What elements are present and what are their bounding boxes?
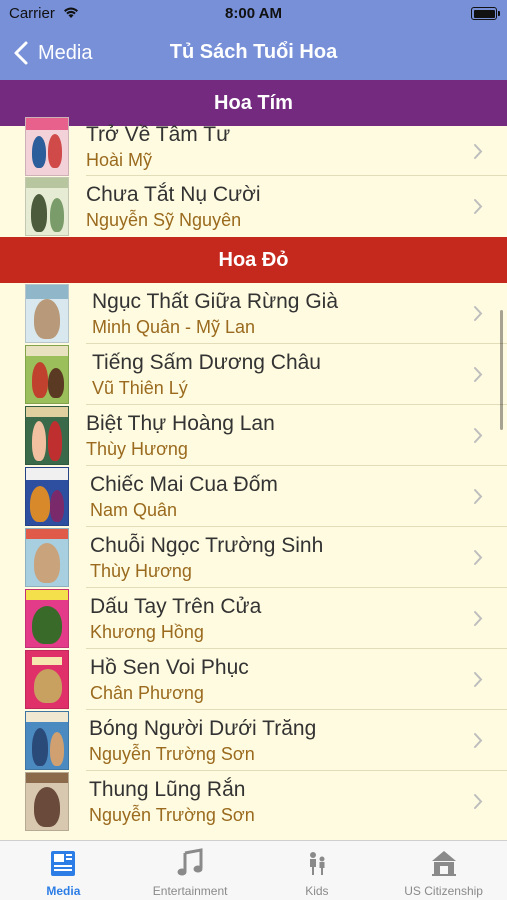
- tab-label: Media: [46, 884, 81, 898]
- tab-bar: Media Entertainment Kids US Citizenship: [0, 840, 507, 900]
- book-author: Nguyễn Sỹ Nguyên: [86, 210, 242, 230]
- book-title: Chiếc Mai Cua Đốm: [90, 473, 278, 496]
- book-cover-image: [25, 528, 69, 587]
- list-item[interactable]: Hồ Sen Voi Phục Chân Phương: [0, 649, 507, 710]
- list-item[interactable]: Thung Lũng Rắn Nguyễn Trường Sơn: [0, 771, 507, 832]
- section-header-hoa-do: Hoa Đỏ: [0, 237, 507, 283]
- tab-label: Entertainment: [152, 884, 228, 898]
- chevron-right-icon: [474, 428, 483, 443]
- capitol-building-icon: [431, 851, 456, 876]
- chevron-right-icon: [474, 367, 483, 382]
- book-author: Hoài Mỹ: [86, 150, 153, 170]
- chevron-right-icon: [474, 199, 483, 214]
- book-author: Vũ Thiên Lý: [92, 378, 188, 398]
- chevron-right-icon: [474, 550, 483, 565]
- list-item[interactable]: Trở Về Tâm Tư Hoài Mỹ: [0, 117, 507, 176]
- list-item[interactable]: Tiếng Sấm Dương Châu Vũ Thiên Lý: [0, 344, 507, 405]
- clock: 8:00 AM: [225, 5, 282, 22]
- book-cover-image: [25, 650, 69, 709]
- book-cover-image: [25, 772, 69, 831]
- chevron-right-icon: [474, 489, 483, 504]
- book-author: Nam Quân: [90, 500, 178, 520]
- book-title: Chuỗi Ngọc Trường Sinh: [90, 534, 324, 557]
- book-author: Nguyễn Trường Sơn: [89, 744, 255, 764]
- book-title: Hồ Sen Voi Phục: [90, 656, 249, 679]
- book-title: Chưa Tắt Nụ Cười: [86, 183, 261, 206]
- tab-media[interactable]: Media: [0, 841, 127, 900]
- tab-label: Kids: [305, 884, 329, 898]
- chevron-right-icon: [474, 733, 483, 748]
- list-item[interactable]: Dấu Tay Trên Cửa Khương Hồng: [0, 588, 507, 649]
- list-item[interactable]: Biệt Thự Hoàng Lan Thùy Hương: [0, 405, 507, 466]
- book-title: Thung Lũng Rắn: [89, 778, 246, 801]
- navigation-bar: Media Tủ Sách Tuổi Hoa: [0, 28, 507, 80]
- tab-entertainment[interactable]: Entertainment: [127, 841, 254, 900]
- book-list[interactable]: Hoa Tím Trở Về Tâm Tư Hoài Mỹ Chưa Tắt N…: [0, 80, 507, 840]
- book-cover-image: [25, 711, 69, 770]
- book-author: Thùy Hương: [86, 439, 188, 459]
- list-item[interactable]: Chiếc Mai Cua Đốm Nam Quân: [0, 466, 507, 527]
- book-title: Dấu Tay Trên Cửa: [90, 595, 262, 618]
- battery-icon: [471, 7, 500, 20]
- book-cover-image: [25, 284, 69, 343]
- chevron-right-icon: [474, 794, 483, 809]
- list-item[interactable]: Chưa Tắt Nụ Cười Nguyễn Sỹ Nguyên: [0, 176, 507, 237]
- book-author: Chân Phương: [90, 683, 204, 703]
- tab-us-citizenship[interactable]: US Citizenship: [380, 841, 507, 900]
- chevron-right-icon: [474, 144, 483, 159]
- book-cover-image: [25, 345, 69, 404]
- list-item[interactable]: Chuỗi Ngọc Trường Sinh Thùy Hương: [0, 527, 507, 588]
- chevron-right-icon: [474, 611, 483, 626]
- book-title: Ngục Thất Giữa Rừng Già: [92, 290, 339, 313]
- book-title: Trở Về Tâm Tư: [86, 123, 231, 146]
- kids-icon: [309, 852, 325, 875]
- book-cover-image: [25, 117, 69, 176]
- book-cover-image: [25, 467, 69, 526]
- book-cover-image: [25, 589, 69, 648]
- section-header-hoa-tim: Hoa Tím: [0, 80, 507, 126]
- status-bar: Carrier 8:00 AM: [0, 0, 507, 28]
- book-title: Biệt Thự Hoàng Lan: [86, 412, 275, 435]
- music-note-icon: [177, 848, 203, 876]
- chevron-right-icon: [474, 672, 483, 687]
- chevron-right-icon: [474, 306, 483, 321]
- book-cover-image: [25, 177, 69, 236]
- header: Carrier 8:00 AM Media Tủ Sách Tuổi Hoa: [0, 0, 507, 80]
- book-author: Khương Hồng: [90, 622, 204, 642]
- book-author: Nguyễn Trường Sơn: [89, 805, 255, 825]
- book-title: Tiếng Sấm Dương Châu: [92, 351, 321, 374]
- scroll-indicator[interactable]: [500, 310, 503, 430]
- list-item[interactable]: Bóng Người Dưới Trăng Nguyễn Trường Sơn: [0, 710, 507, 771]
- newspaper-icon: [51, 851, 76, 876]
- book-author: Thùy Hương: [90, 561, 192, 581]
- book-cover-image: [25, 406, 69, 465]
- list-item[interactable]: Ngục Thất Giữa Rừng Già Minh Quân - Mỹ L…: [0, 283, 507, 344]
- page-title: Tủ Sách Tuổi Hoa: [169, 41, 338, 63]
- tab-label: US Citizenship: [404, 884, 483, 898]
- book-author: Minh Quân - Mỹ Lan: [92, 317, 256, 337]
- book-title: Bóng Người Dưới Trăng: [89, 717, 317, 740]
- tab-kids[interactable]: Kids: [254, 841, 381, 900]
